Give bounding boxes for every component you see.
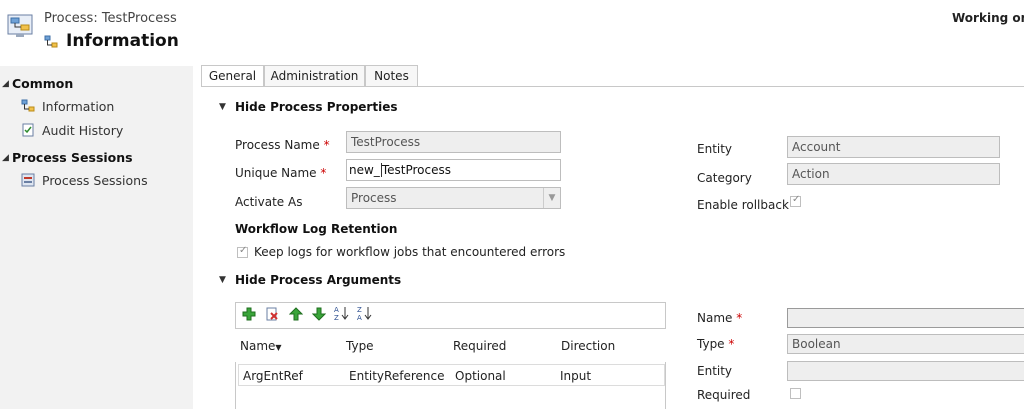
cell-name: ArgEntRef [243, 369, 303, 383]
unique-name-label: Unique Name * [235, 166, 327, 180]
form-header: Process: TestProcess Information Working… [0, 0, 1024, 66]
unique-name-label-text: Unique Name [235, 166, 317, 180]
cell-type: EntityReference [349, 369, 445, 383]
sort-ascending-icon[interactable]: AZ [334, 305, 350, 322]
keep-logs-label: Keep logs for workflow jobs that encount… [254, 245, 566, 259]
process-name-label: Process Name * [235, 138, 330, 152]
arg-type-field[interactable]: Boolean [787, 334, 1024, 354]
activate-as-label: Activate As [235, 195, 303, 209]
collapse-arguments-icon[interactable]: ▼ [219, 275, 226, 285]
svg-text:Z: Z [334, 314, 339, 321]
move-down-icon[interactable] [311, 307, 327, 321]
category-label: Category [697, 171, 752, 185]
arg-required-checkbox[interactable] [790, 388, 801, 399]
process-name-field[interactable]: TestProcess [346, 131, 561, 153]
arg-name-field[interactable] [787, 308, 1024, 328]
page-title: Information [66, 31, 179, 51]
activate-as-value: Process [351, 191, 397, 205]
move-up-icon[interactable] [288, 307, 304, 321]
process-sessions-icon [21, 173, 35, 187]
category-field[interactable]: Action [787, 163, 1000, 185]
add-icon[interactable] [242, 307, 256, 321]
cell-required: Optional [455, 369, 506, 383]
keep-logs-checkbox[interactable] [237, 245, 248, 258]
section-process-arguments[interactable]: Hide Process Arguments [235, 273, 401, 287]
delete-icon[interactable] [265, 307, 278, 321]
workflow-log-heading: Workflow Log Retention [235, 222, 398, 236]
nav-group-process-sessions[interactable]: Process Sessions [12, 150, 133, 165]
enable-rollback-label: Enable rollback [697, 198, 789, 212]
collapse-sessions-icon[interactable]: ◢ [2, 153, 9, 163]
header-subtitle: Process: TestProcess [44, 11, 177, 26]
svg-text:A: A [334, 306, 339, 314]
arg-name-label: Name * [697, 311, 743, 325]
nav-item-audit-history[interactable]: Audit History [42, 123, 123, 138]
unique-name-value: TestProcess [381, 163, 451, 177]
nav-item-process-sessions[interactable]: Process Sessions [42, 173, 148, 188]
arg-name-label-text: Name [697, 311, 733, 325]
column-header-type[interactable]: Type [346, 339, 374, 353]
arg-type-label-text: Type [697, 337, 725, 351]
entity-label: Entity [697, 142, 733, 156]
svg-text:Z: Z [357, 306, 362, 314]
nav-item-information[interactable]: Information [42, 99, 114, 114]
collapse-common-icon[interactable]: ◢ [2, 79, 9, 89]
arg-required-label: Required [697, 388, 751, 402]
column-header-required[interactable]: Required [453, 339, 506, 353]
activate-as-select[interactable]: Process ▼ [346, 187, 561, 209]
tab-administration[interactable]: Administration [264, 65, 365, 86]
tab-notes[interactable]: Notes [365, 65, 418, 86]
nav-group-common[interactable]: Common [12, 76, 73, 91]
entity-field[interactable]: Account [787, 136, 1000, 158]
tab-general[interactable]: General [201, 65, 264, 86]
collapse-properties-icon[interactable]: ▼ [219, 102, 226, 112]
arg-entity-label: Entity [697, 364, 733, 378]
svg-text:A: A [357, 314, 362, 321]
section-process-properties[interactable]: Hide Process Properties [235, 100, 397, 114]
process-entity-icon [7, 13, 33, 39]
audit-history-icon [21, 123, 35, 137]
enable-rollback-checkbox[interactable] [790, 194, 801, 207]
column-header-name[interactable]: Name▼ [240, 339, 282, 353]
sort-descending-icon[interactable]: ZA [357, 305, 373, 322]
unique-name-prefix: new_ [349, 163, 382, 177]
cell-direction: Input [560, 369, 592, 383]
arg-entity-field[interactable] [787, 361, 1024, 381]
process-small-icon [44, 35, 58, 49]
left-navigation [0, 66, 193, 409]
dropdown-arrow-icon[interactable]: ▼ [543, 188, 560, 208]
arg-type-label: Type * [697, 337, 735, 351]
status-text: Working on s [952, 11, 1024, 25]
process-name-label-text: Process Name [235, 138, 320, 152]
sort-caret-icon: ▼ [275, 343, 282, 352]
column-header-direction[interactable]: Direction [561, 339, 615, 353]
tab-divider [201, 86, 1024, 87]
column-header-name-text: Name [240, 339, 276, 353]
unique-name-field[interactable]: new_ TestProcess [346, 159, 561, 181]
information-icon [21, 99, 35, 113]
